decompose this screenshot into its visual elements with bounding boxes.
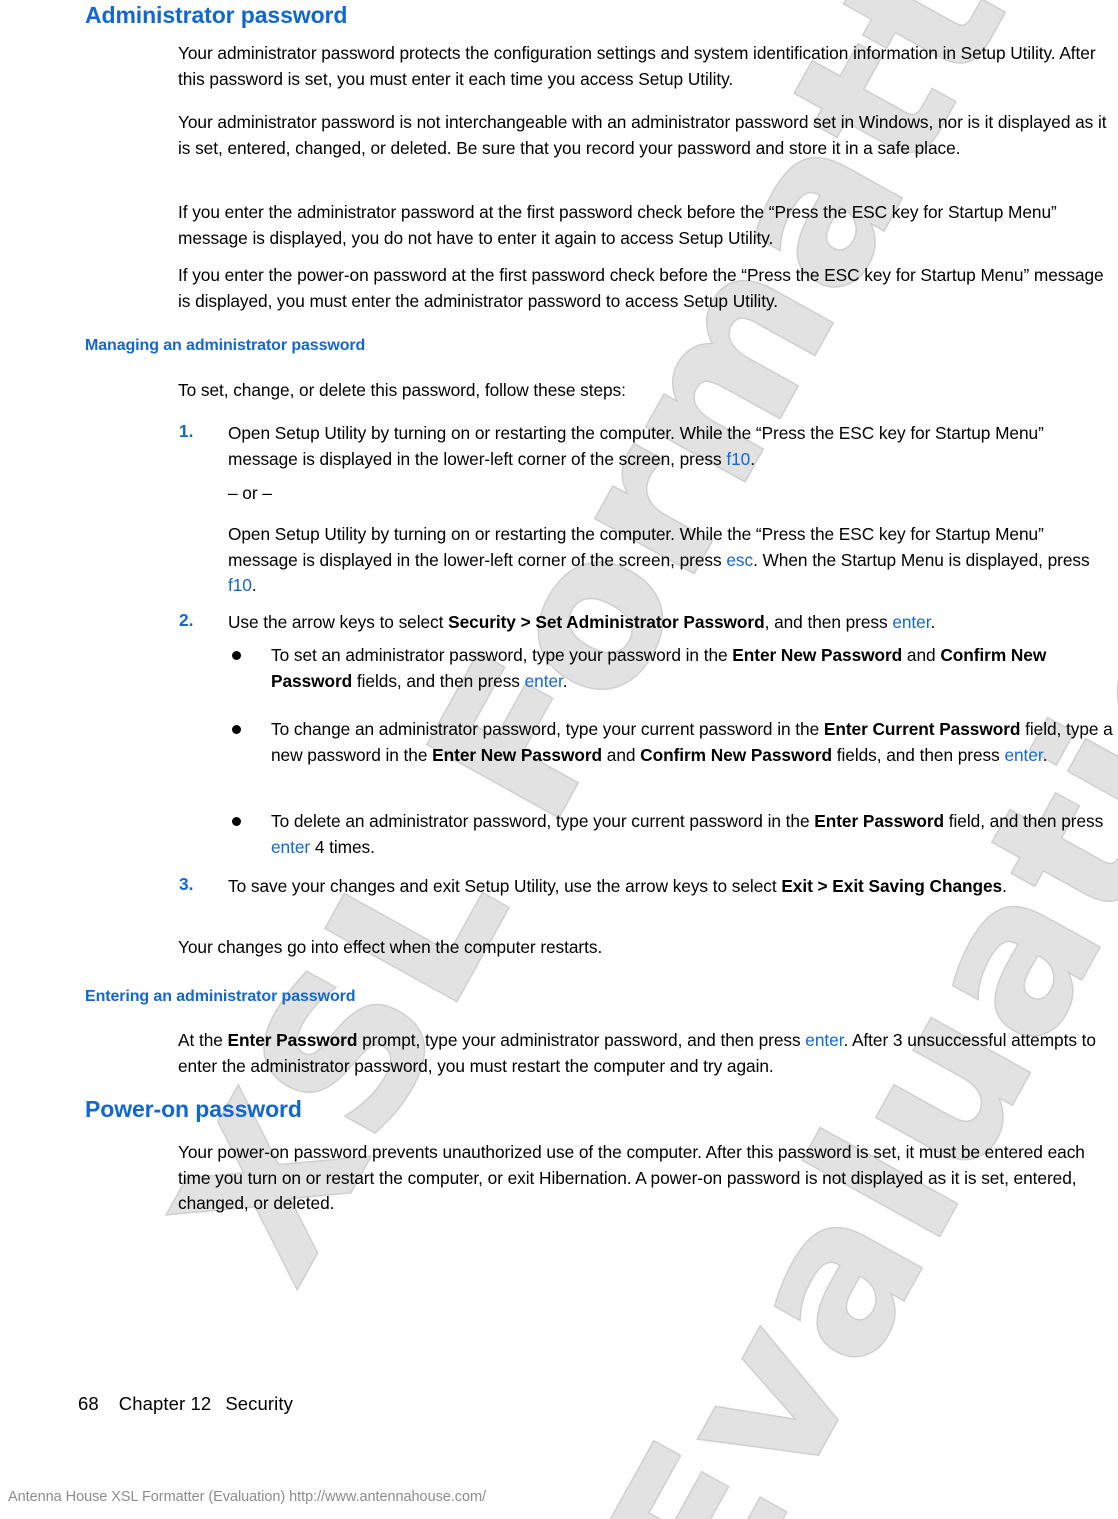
- bullet-2-mid-2: and: [602, 744, 641, 765]
- bullet-1-bold-1: Enter New Password: [732, 645, 903, 665]
- step-3-pre: To save your changes and exit Setup Util…: [228, 876, 782, 896]
- bullet-2-end: .: [1042, 744, 1048, 765]
- admin-password-paragraph-2: Your administrator password is not inter…: [178, 112, 1107, 158]
- power-on-paragraph-1: Your power-on password prevents unauthor…: [178, 1142, 1085, 1213]
- footer-chapter-title: Security: [225, 1393, 293, 1414]
- managing-intro: To set, change, or delete this password,…: [178, 380, 626, 400]
- evaluation-watermark-bar: Antenna House XSL Formatter (Evaluation)…: [8, 1489, 486, 1505]
- bullet-2-mid-3: fields, and then press: [832, 744, 1005, 765]
- bullet-3-mid-1: field, and then press: [944, 811, 1104, 831]
- step-2-end: .: [930, 612, 936, 632]
- admin-password-paragraph-1: Your administrator password protects the…: [178, 43, 1096, 89]
- entering-mid: prompt, type your administrator password…: [357, 1030, 806, 1050]
- bullet-2-bold-3: Confirm New Password: [640, 744, 832, 765]
- key-enter-bullet3: enter: [271, 836, 311, 857]
- key-enter-step2: enter: [892, 612, 931, 632]
- step-3-text: To save your changes and exit Setup Util…: [228, 874, 1118, 900]
- step-2-mid: , and then press: [764, 612, 893, 632]
- step-1-text-a-pre: Open Setup Utility by turning on or rest…: [228, 423, 1044, 469]
- section-heading-power-on: Power-on password: [85, 1096, 302, 1122]
- bullet-marker: [232, 817, 241, 826]
- page-title: Administrator password: [85, 2, 348, 28]
- step-2-bullet-1: To set an administrator password, type y…: [271, 643, 1118, 694]
- step-number-3: 3.: [179, 874, 194, 894]
- bullet-2-bold-2: Enter New Password: [432, 744, 603, 765]
- page-footer: 68 Chapter 12 Security: [78, 1393, 293, 1415]
- entering-paragraph-1: At the Enter Password prompt, type your …: [178, 1028, 1118, 1079]
- key-enter-entering: enter: [805, 1030, 844, 1050]
- bullet-2-pre: To change an administrator password, typ…: [271, 719, 824, 739]
- key-f10-b: f10: [228, 575, 252, 595]
- admin-password-paragraph-3: If you enter the administrator password …: [178, 202, 1057, 248]
- bullet-marker: [232, 725, 241, 734]
- step-number-2: 2.: [179, 610, 194, 630]
- step-2-bold-menu-path: Security > Set Administrator Password: [448, 612, 765, 632]
- step-1-text-b-mid: . When the Startup Menu is displayed, pr…: [753, 549, 1090, 570]
- step-number-1: 1.: [179, 421, 194, 441]
- bullet-2-bold-1: Enter Current Password: [823, 719, 1021, 739]
- entering-bold-enter-password: Enter Password: [227, 1030, 358, 1050]
- step-1-text-a-end: .: [750, 448, 755, 469]
- entering-pre: At the: [178, 1030, 228, 1050]
- admin-password-paragraph-4: If you enter the power-on password at th…: [178, 265, 1104, 311]
- step-3-end: .: [1002, 876, 1007, 896]
- section-heading-managing: Managing an administrator password: [85, 337, 366, 354]
- section-heading-entering: Entering an administrator password: [85, 988, 356, 1005]
- footer-page-number: 68: [78, 1393, 99, 1414]
- bullet-1-mid-1: and: [902, 645, 941, 665]
- step-2-bullet-2: To change an administrator password, typ…: [271, 717, 1118, 768]
- step-1-text-b: Open Setup Utility by turning on or rest…: [228, 522, 1118, 599]
- bullet-3-pre: To delete an administrator password, typ…: [271, 811, 815, 831]
- key-enter-bullet2: enter: [1004, 744, 1043, 765]
- bullet-marker: [232, 651, 241, 660]
- bullet-3-end: 4 times.: [310, 836, 375, 857]
- step-1-text-a: Open Setup Utility by turning on or rest…: [228, 421, 1118, 472]
- bullet-1-end: .: [562, 670, 568, 691]
- managing-closing: Your changes go into effect when the com…: [178, 937, 603, 957]
- step-1-or-separator: – or –: [228, 483, 272, 503]
- document-page: XSL Formatter Evaluation Administrator p…: [0, 0, 1118, 1519]
- step-2-pre: Use the arrow keys to select: [228, 612, 449, 632]
- step-3-bold-menu-path: Exit > Exit Saving Changes: [781, 876, 1003, 896]
- key-enter-bullet1: enter: [524, 670, 563, 691]
- bullet-1-mid-2: fields, and then press: [352, 670, 525, 691]
- footer-chapter: Chapter 12: [118, 1393, 212, 1414]
- step-2-text: Use the arrow keys to select Security > …: [228, 610, 1118, 636]
- bullet-3-bold-1: Enter Password: [814, 811, 945, 831]
- key-f10-a: f10: [726, 448, 751, 469]
- step-2-bullet-3: To delete an administrator password, typ…: [271, 809, 1118, 860]
- key-esc: esc: [726, 549, 754, 570]
- step-1-text-b-end: .: [251, 575, 257, 595]
- bullet-1-pre: To set an administrator password, type y…: [271, 645, 733, 665]
